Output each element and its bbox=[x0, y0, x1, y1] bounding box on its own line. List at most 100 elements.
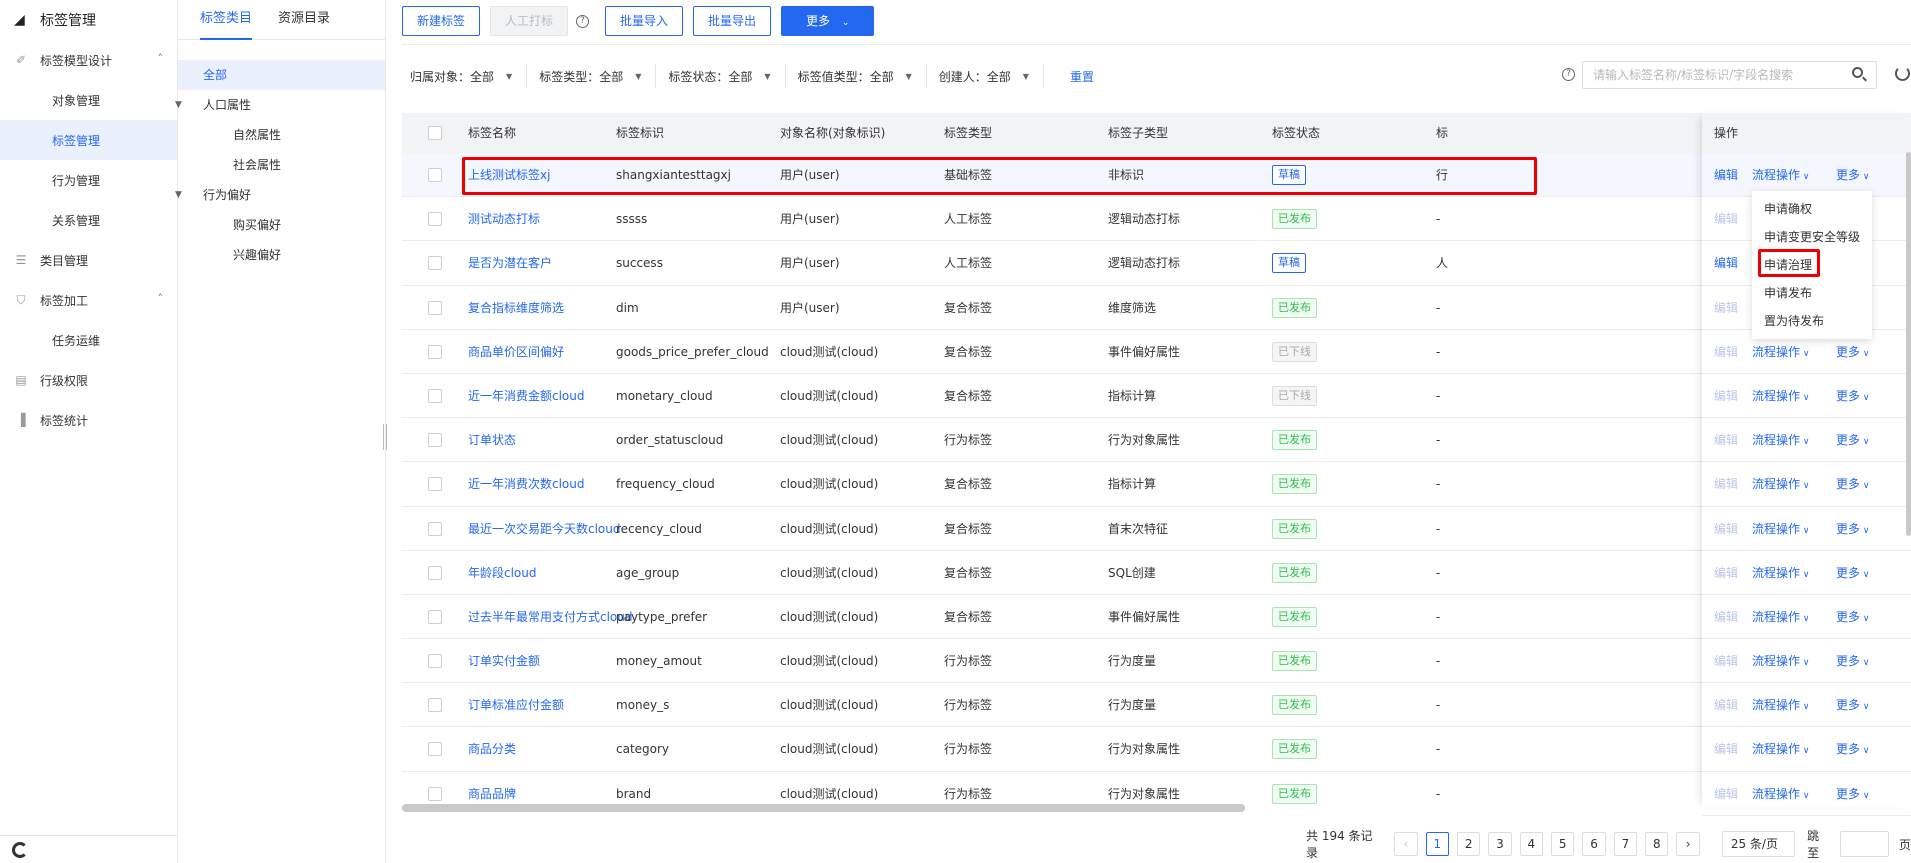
tag-name-link[interactable]: 商品品牌 bbox=[468, 772, 516, 807]
row-checkbox[interactable] bbox=[428, 212, 442, 227]
row-checkbox[interactable] bbox=[428, 654, 442, 669]
search-icon[interactable] bbox=[1852, 67, 1863, 78]
more-link[interactable]: 更多 ∨ bbox=[1836, 772, 1869, 818]
row-checkbox[interactable] bbox=[428, 256, 442, 271]
tree-node[interactable]: ▼ 行为偏好 bbox=[175, 180, 385, 210]
more-link[interactable]: 更多 ∨ bbox=[1836, 727, 1869, 773]
batch-export-button[interactable]: 批量导出 bbox=[693, 6, 772, 36]
table-row[interactable]: 商品单价区间偏好 goods_price_prefer_cloud cloud测试(… bbox=[402, 330, 1904, 374]
row-checkbox[interactable] bbox=[428, 698, 442, 713]
table-row[interactable]: 商品品牌 brand cloud测试(cloud) 行为标签 行为对象属性 已发布 - bbox=[402, 772, 1904, 807]
table-row[interactable]: 过去半年最常用支付方式cloud paytype_prefer cloud测试(cl… bbox=[402, 595, 1904, 640]
more-button[interactable]: 更多 ⌄ bbox=[781, 6, 875, 36]
page-button[interactable]: 1 bbox=[1425, 832, 1449, 856]
table-row[interactable]: 订单状态 order_statuscloud cloud测试(cloud) 行为标签 行… bbox=[402, 418, 1904, 463]
tree-node[interactable]: ▼ 人口属性 bbox=[175, 90, 385, 120]
jump-page-input[interactable] bbox=[1840, 831, 1890, 857]
row-checkbox[interactable] bbox=[428, 742, 442, 757]
tree-tab-0[interactable]: 标签类目 bbox=[200, 0, 253, 40]
more-link[interactable]: 更多 ∨ bbox=[1836, 507, 1869, 553]
tag-name-link[interactable]: 商品单价区间偏好 bbox=[468, 330, 564, 374]
table-row[interactable]: 订单标准应付金额 money_s cloud测试(cloud) 行为标签 行为度量 已发布… bbox=[402, 683, 1904, 728]
menu-item-2[interactable]: 申请治理 bbox=[1752, 251, 1872, 279]
tag-name-link[interactable]: 订单状态 bbox=[468, 418, 516, 462]
more-link[interactable]: 更多 ∨ bbox=[1836, 374, 1869, 420]
table-row[interactable]: 最近一次交易距今天数cloud recency_cloud cloud测试(clou… bbox=[402, 507, 1904, 551]
table-row[interactable]: 近一年消费金额cloud monetary_cloud cloud测试(cloud)… bbox=[402, 374, 1904, 419]
select-all-checkbox[interactable] bbox=[428, 126, 442, 140]
table-row[interactable]: 复合指标维度筛选 dim 用户(user) 复合标签 维度筛选 已发布 - bbox=[402, 286, 1904, 330]
table-row[interactable]: 测试动态打标 sssss 用户(user) 人工标签 逻辑动态打标 已发布 - bbox=[402, 197, 1904, 242]
filter-1[interactable]: 标签类型： 全部 ▼ bbox=[539, 64, 657, 88]
row-checkbox[interactable] bbox=[428, 609, 442, 624]
row-checkbox[interactable] bbox=[428, 433, 442, 448]
row-checkbox[interactable] bbox=[428, 388, 442, 403]
flow-operation-link[interactable]: 流程操作 ∨ bbox=[1752, 727, 1809, 773]
flow-operation-link[interactable]: 流程操作 ∨ bbox=[1752, 462, 1809, 508]
search-input[interactable] bbox=[1582, 61, 1877, 89]
row-checkbox[interactable] bbox=[428, 521, 442, 536]
row-checkbox[interactable] bbox=[428, 565, 442, 580]
page-button[interactable]: 3 bbox=[1488, 832, 1512, 856]
tag-name-link[interactable]: 测试动态打标 bbox=[468, 197, 540, 241]
flow-operation-link[interactable]: 流程操作 ∨ bbox=[1752, 418, 1809, 464]
chevron-up-icon[interactable]: ˄ bbox=[158, 52, 164, 65]
table-row[interactable]: 订单实付金额 money_amout cloud测试(cloud) 行为标签 行为度量 已… bbox=[402, 639, 1904, 684]
nav-subitem-2-0[interactable]: 任务运维 bbox=[0, 320, 177, 360]
flow-operation-link[interactable]: 流程操作 ∨ bbox=[1752, 595, 1809, 641]
page-button[interactable]: 5 bbox=[1551, 832, 1575, 856]
flow-operation-link[interactable]: 流程操作 ∨ bbox=[1752, 639, 1809, 685]
tag-name-link[interactable]: 近一年消费金额cloud bbox=[468, 374, 585, 418]
batch-import-button[interactable]: 批量导入 bbox=[605, 6, 684, 36]
tree-node[interactable]: 自然属性 bbox=[178, 120, 385, 150]
reset-link[interactable]: 重置 bbox=[1070, 68, 1094, 85]
search-help-icon[interactable]: ? bbox=[1562, 68, 1575, 81]
filter-2[interactable]: 标签状态： 全部 ▼ bbox=[668, 64, 786, 88]
tag-name-link[interactable]: 订单实付金额 bbox=[468, 639, 540, 683]
table-row[interactable]: 年龄段cloud age_group cloud测试(cloud) 复合标签 SQL创建… bbox=[402, 551, 1904, 595]
table-row[interactable]: 是否为潜在客户 success 用户(user) 人工标签 逻辑动态打标 草稿 人 bbox=[402, 241, 1904, 286]
nav-item-2[interactable]: ⛉ 标签加工 ˄ bbox=[0, 280, 177, 320]
edit-link[interactable]: 编辑 bbox=[1714, 153, 1738, 197]
more-link[interactable]: 更多 ∨ bbox=[1836, 595, 1869, 641]
tree-node[interactable]: 全部 bbox=[178, 60, 385, 90]
help-icon[interactable]: ? bbox=[576, 14, 590, 28]
more-link[interactable]: 更多 ∨ bbox=[1836, 683, 1869, 729]
row-checkbox[interactable] bbox=[428, 168, 442, 182]
filter-4[interactable]: 创建人： 全部 ▼ bbox=[939, 64, 1044, 88]
flow-operation-link[interactable]: 流程操作 ∨ bbox=[1752, 683, 1809, 729]
caret-down-icon[interactable]: ▼ bbox=[175, 90, 182, 120]
tree-node[interactable]: 兴趣偏好 bbox=[178, 240, 385, 270]
filter-3[interactable]: 标签值类型： 全部 ▼ bbox=[798, 64, 927, 88]
tag-name-link[interactable]: 最近一次交易距今天数cloud bbox=[468, 507, 621, 551]
edit-link[interactable]: 编辑 bbox=[1714, 241, 1738, 285]
row-checkbox[interactable] bbox=[428, 344, 442, 359]
nav-subitem-0-1[interactable]: 标签管理 bbox=[0, 120, 177, 160]
page-button[interactable]: 2 bbox=[1456, 832, 1481, 856]
tag-name-link[interactable]: 近一年消费次数cloud bbox=[468, 462, 585, 506]
chevron-up-icon[interactable]: ˄ bbox=[158, 292, 164, 305]
collapse-icon[interactable] bbox=[12, 842, 28, 858]
table-row[interactable]: 商品分类 category cloud测试(cloud) 行为标签 行为对象属性 已发布 - bbox=[402, 727, 1904, 772]
more-link[interactable]: 更多 ∨ bbox=[1836, 418, 1869, 464]
tag-name-link[interactable]: 是否为潜在客户 bbox=[468, 241, 552, 285]
new-tag-button[interactable]: 新建标签 bbox=[402, 6, 481, 36]
tag-name-link[interactable]: 上线测试标签xj bbox=[468, 153, 550, 197]
nav-subitem-0-0[interactable]: 对象管理 bbox=[0, 80, 177, 120]
row-checkbox[interactable] bbox=[428, 300, 442, 315]
refresh-icon[interactable] bbox=[1895, 66, 1910, 81]
tag-name-link[interactable]: 订单标准应付金额 bbox=[468, 683, 564, 727]
more-link[interactable]: 更多 ∨ bbox=[1836, 639, 1869, 685]
nav-item-1[interactable]: ☰ 类目管理 bbox=[0, 240, 177, 280]
page-button[interactable]: 6 bbox=[1582, 832, 1606, 856]
table-row[interactable]: 上线测试标签xj shangxiantesttagxj 用户(user) 基础标签 非标… bbox=[402, 153, 1904, 198]
filter-0[interactable]: 归属对象： 全部 ▼ bbox=[410, 64, 528, 88]
caret-down-icon[interactable]: ▼ bbox=[175, 180, 182, 210]
nav-subitem-0-2[interactable]: 行为管理 bbox=[0, 160, 177, 200]
page-button[interactable]: 8 bbox=[1645, 832, 1669, 856]
tag-name-link[interactable]: 商品分类 bbox=[468, 727, 516, 771]
table-row[interactable]: 近一年消费次数cloud frequency_cloud cloud测试(cloud… bbox=[402, 462, 1904, 507]
page-button[interactable]: 4 bbox=[1519, 832, 1544, 856]
more-link[interactable]: 更多 ∨ bbox=[1836, 462, 1869, 508]
row-checkbox[interactable] bbox=[428, 786, 442, 801]
